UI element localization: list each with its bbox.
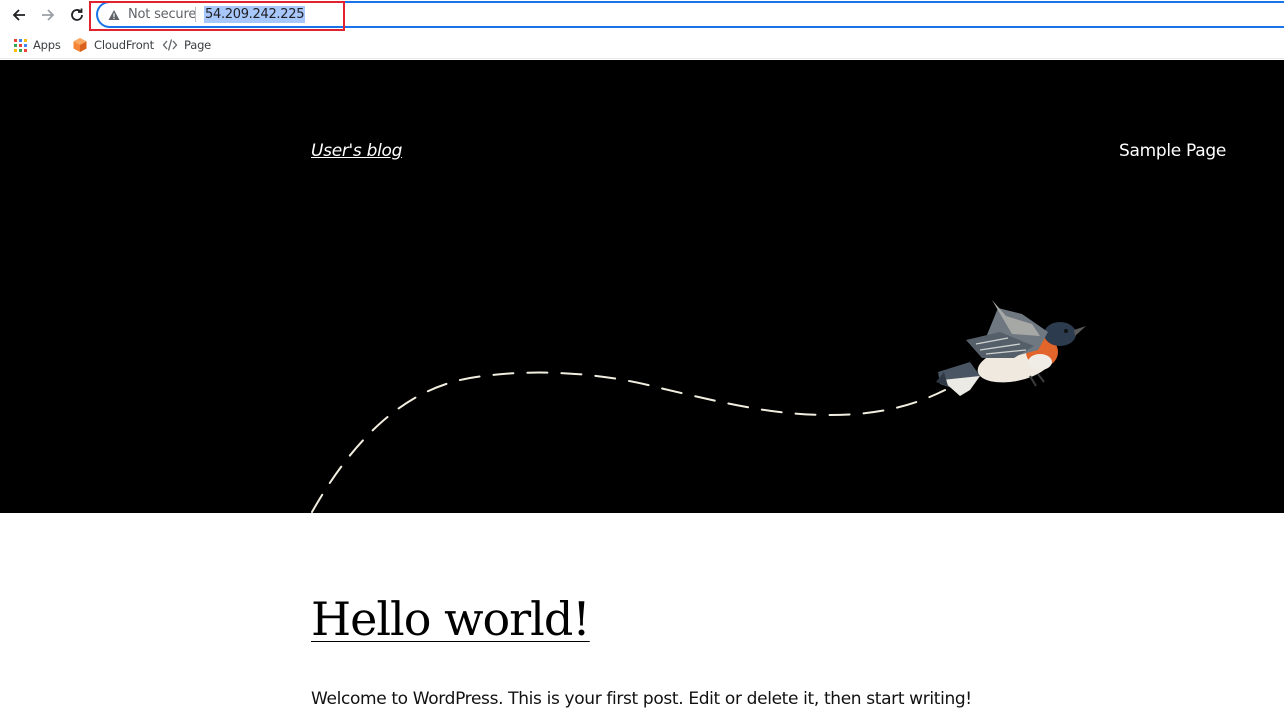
reload-icon [71,8,83,21]
url-input[interactable]: 54.209.242.225 [204,6,306,23]
back-button[interactable] [8,4,30,26]
post-title-link[interactable]: Hello world! [311,592,591,646]
bookmark-label: CloudFront [94,38,154,52]
arrow-left-icon [12,9,25,21]
code-icon [162,39,178,51]
post-excerpt: Welcome to WordPress. This is your first… [311,689,972,709]
bookmark-cloudfront[interactable]: CloudFront [72,36,154,54]
bird-illustration-icon [936,300,1086,396]
warning-icon[interactable] [108,9,120,21]
reload-button[interactable] [66,4,88,26]
apps-grid-icon [14,38,27,52]
bookmark-page[interactable]: Page [162,36,211,54]
cloudfront-icon [73,38,87,52]
browser-toolbar: Not secure 54.209.242.225 [0,0,1284,31]
bookmark-label: Apps [33,38,61,52]
arrow-right-icon [42,9,55,21]
forward-button[interactable] [37,4,59,26]
bookmarks-bar: Apps CloudFront Page [0,31,1284,59]
url-divider [195,7,196,22]
site-header-hero: User's blog Sample Page [0,60,1284,513]
bookmark-apps[interactable]: Apps [14,36,61,54]
security-status-label[interactable]: Not secure [128,7,196,22]
dashed-flight-path [311,371,946,513]
bookmark-label: Page [184,38,212,52]
